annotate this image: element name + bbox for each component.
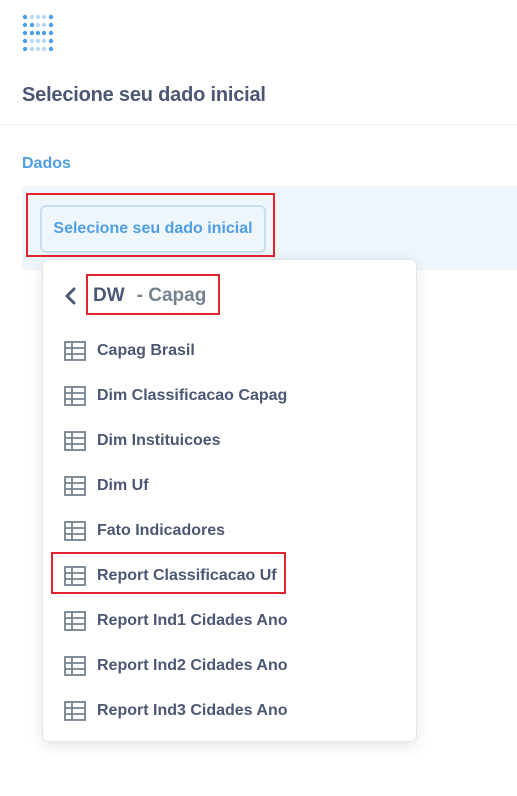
chevron-left-icon[interactable] <box>63 286 79 306</box>
data-step-label: Dados <box>22 155 71 172</box>
table-item-label: Report Ind2 Cidades Ano <box>97 657 288 674</box>
metabase-logo-icon[interactable] <box>22 14 54 52</box>
highlight-schema-header <box>86 274 220 315</box>
table-item-label: Capag Brasil <box>97 342 195 359</box>
table-icon <box>63 699 87 723</box>
table-item[interactable]: Report Ind1 Cidades Ano <box>63 603 398 639</box>
table-icon <box>63 474 87 498</box>
table-item[interactable]: Report Ind3 Cidades Ano <box>63 693 398 729</box>
data-picker-popover: DW - Capag Capag Brasil Dim Classificacao… <box>42 259 417 742</box>
table-icon <box>63 519 87 543</box>
page-title: Selecione seu dado inicial <box>22 84 266 106</box>
select-data-button[interactable]: Selecione seu dado inicial <box>40 205 266 253</box>
table-icon <box>63 384 87 408</box>
table-item-label: Fato Indicadores <box>97 522 226 539</box>
table-item[interactable]: Dim Instituicoes <box>63 423 398 459</box>
table-item-label: Dim Classificacao Capag <box>97 387 288 404</box>
highlight-table-report-classificacao-uf <box>51 552 286 594</box>
table-item[interactable]: Dim Classificacao Capag <box>63 378 398 414</box>
header-divider <box>0 124 517 125</box>
table-icon <box>63 654 87 678</box>
table-item[interactable]: Fato Indicadores <box>63 513 398 549</box>
notebook-page: Selecione seu dado inicial Dados Selecio… <box>0 0 517 796</box>
table-item-label: Dim Uf <box>97 477 149 494</box>
table-icon <box>63 429 87 453</box>
table-icon <box>63 339 87 363</box>
table-item[interactable]: Capag Brasil <box>63 333 398 369</box>
table-item[interactable]: Dim Uf <box>63 468 398 504</box>
table-item-label: Dim Instituicoes <box>97 432 221 449</box>
table-item[interactable]: Report Ind2 Cidades Ano <box>63 648 398 684</box>
table-item-label: Report Ind3 Cidades Ano <box>97 702 288 719</box>
table-icon <box>63 609 87 633</box>
table-item-label: Report Ind1 Cidades Ano <box>97 612 288 629</box>
